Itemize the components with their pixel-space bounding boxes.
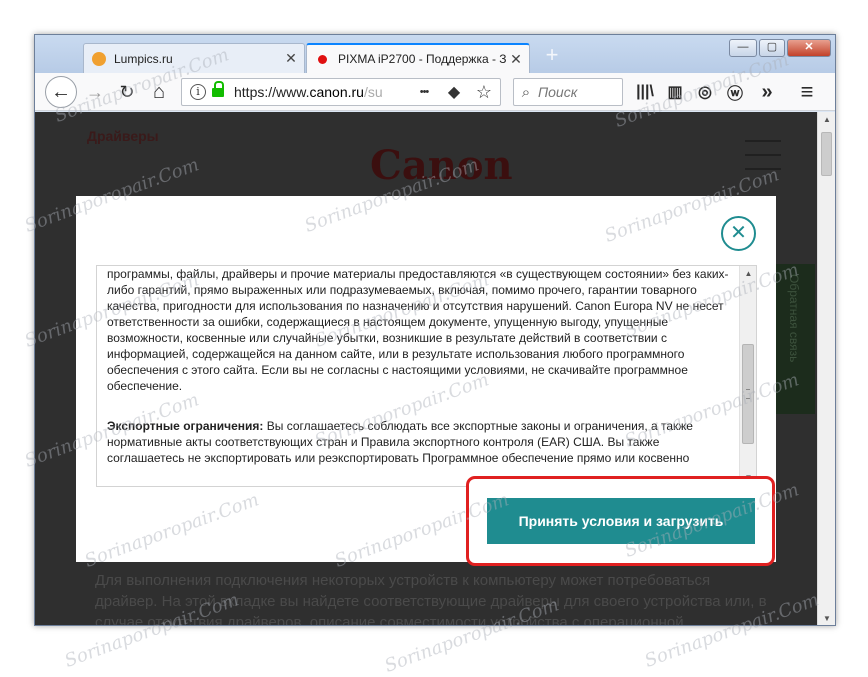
forward-button[interactable]: → — [81, 78, 109, 106]
page-scrollbar-thumb[interactable] — [821, 132, 832, 176]
back-button[interactable]: ← — [45, 76, 77, 108]
search-icon: ⌕ — [521, 83, 531, 101]
export-heading: Экспортные ограничения: — [107, 419, 264, 433]
page-scrollbar[interactable]: ▲ ▼ — [817, 112, 835, 625]
window-maximize-button[interactable]: ▢ — [759, 39, 785, 57]
new-tab-button[interactable]: + — [539, 43, 565, 69]
sidebar-icon[interactable]: ▥ — [661, 78, 689, 106]
tab-lumpics[interactable]: Lumpics.ru ✕ — [83, 43, 305, 73]
feedback-tab: Обратная связь — [775, 264, 815, 414]
scroll-up-icon[interactable]: ▲ — [740, 266, 756, 282]
canon-favicon-icon — [318, 54, 327, 64]
search-input[interactable]: ⌕ Поиск — [513, 78, 623, 106]
library-icon[interactable]: |||\ — [631, 78, 659, 106]
terms-content: программы, файлы, драйверы и прочие мате… — [107, 266, 737, 482]
page-scroll-up-icon[interactable]: ▲ — [818, 112, 835, 128]
search-placeholder: Поиск — [538, 84, 578, 100]
site-menu-icon — [745, 140, 781, 170]
tab-close-icon[interactable]: ✕ — [507, 51, 525, 68]
home-button[interactable]: ⌂ — [145, 78, 173, 106]
tab-title: Lumpics.ru — [114, 51, 173, 66]
page-actions-icon[interactable]: ••• — [414, 86, 434, 98]
tab-canon-support[interactable]: PIXMA iP2700 - Поддержка - З ✕ — [306, 43, 530, 73]
browser-window: Lumpics.ru ✕ PIXMA iP2700 - Поддержка - … — [34, 34, 836, 626]
bookmark-star-icon[interactable]: ☆ — [474, 82, 494, 103]
terms-paragraph: программы, файлы, драйверы и прочие мате… — [107, 267, 729, 393]
modal-close-button[interactable]: ✕ — [721, 216, 756, 251]
sync-icon[interactable]: ◎ — [691, 78, 719, 106]
account-icon[interactable]: ⓦ — [721, 78, 749, 106]
page-section-title: Драйверы — [87, 128, 159, 144]
accept-and-download-button[interactable]: Принять условия и загрузить — [487, 498, 755, 544]
pocket-icon[interactable]: ◆ — [444, 82, 464, 102]
export-paragraph: Экспортные ограничения: Вы соглашаетесь … — [107, 419, 693, 465]
url-text[interactable]: https://www.canon.ru/su — [234, 84, 404, 100]
terms-scrollbar[interactable]: ▲ ▼ — [739, 266, 756, 486]
address-bar[interactable]: i https://www.canon.ru/su ••• ◆ ☆ — [181, 78, 501, 106]
canon-logo: Canon — [370, 142, 513, 189]
tab-title: PIXMA iP2700 - Поддержка - З — [338, 52, 507, 66]
tab-close-icon[interactable]: ✕ — [282, 50, 300, 67]
secure-lock-icon — [212, 81, 224, 98]
page-body-text: Для выполнения подключения некоторых уст… — [95, 572, 767, 626]
overflow-menu-icon[interactable]: » — [753, 78, 781, 106]
lumpics-favicon-icon — [92, 51, 106, 66]
terms-scroll-box[interactable]: программы, файлы, драйверы и прочие мате… — [96, 265, 757, 487]
window-minimize-button[interactable]: — — [729, 39, 757, 57]
reload-button[interactable]: ↻ — [113, 78, 141, 106]
tab-strip: Lumpics.ru ✕ PIXMA iP2700 - Поддержка - … — [35, 35, 835, 73]
terms-scrollbar-thumb[interactable] — [742, 344, 754, 444]
navigation-toolbar: ← → ↻ ⌂ i https://www.canon.ru/su ••• ◆ … — [35, 73, 835, 111]
site-info-icon[interactable]: i — [190, 84, 206, 100]
window-close-button[interactable]: ✕ — [787, 39, 831, 57]
page-scroll-down-icon[interactable]: ▼ — [818, 611, 835, 625]
hamburger-menu-icon[interactable]: ≡ — [793, 78, 821, 106]
page-viewport: Драйверы Canon Обратная связь Для выполн… — [35, 112, 819, 626]
